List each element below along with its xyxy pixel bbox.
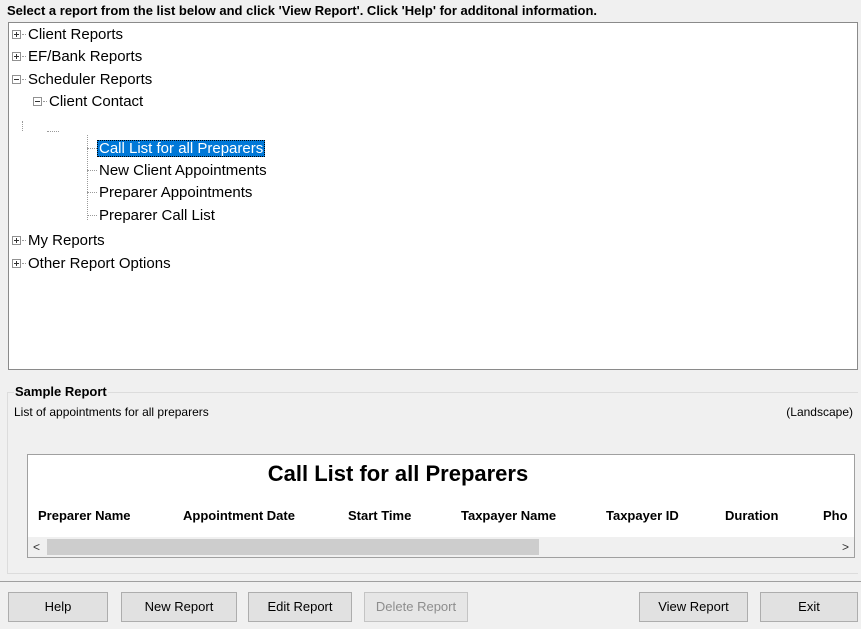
tree-node-call-list-all-preparers[interactable]: Call List for all Preparers <box>97 137 266 159</box>
tree-node-client-reports[interactable]: Client Reports <box>12 23 125 45</box>
tree-node-scheduler-reports[interactable]: Scheduler Reports <box>12 68 154 90</box>
column-header: Pho <box>823 508 848 523</box>
scroll-right-icon[interactable]: > <box>837 537 854 557</box>
tree-connector <box>22 121 23 131</box>
view-report-button[interactable]: View Report <box>639 592 748 622</box>
collapse-icon[interactable] <box>12 75 21 84</box>
tree-node-other-report-options[interactable]: Other Report Options <box>12 252 173 274</box>
sample-report-title: Sample Report <box>14 384 108 399</box>
tree-node-preparer-call-list[interactable]: Preparer Call List <box>97 204 217 226</box>
tree-node-new-client-appointments[interactable]: New Client Appointments <box>97 159 269 181</box>
tree-connector <box>87 170 97 171</box>
expand-icon[interactable] <box>12 30 21 39</box>
tree-node-client-contact[interactable]: Client Contact <box>33 90 145 112</box>
exit-button[interactable]: Exit <box>760 592 858 622</box>
horizontal-scrollbar[interactable]: < > <box>28 537 854 557</box>
tree-node-my-reports[interactable]: My Reports <box>12 229 107 251</box>
tree-connector <box>87 192 97 193</box>
column-header: Duration <box>725 508 779 523</box>
expand-icon[interactable] <box>12 236 21 245</box>
sample-description: List of appointments for all preparers <box>14 405 209 419</box>
preview-title: Call List for all Preparers <box>267 461 529 486</box>
column-header: Taxpayer ID <box>606 508 679 523</box>
sample-preview: Call List for all Preparers Preparer Nam… <box>27 454 855 558</box>
delete-report-button[interactable]: Delete Report <box>364 592 468 622</box>
column-header: Preparer Name <box>38 508 131 523</box>
scroll-thumb[interactable] <box>47 539 539 555</box>
button-separator <box>0 581 861 582</box>
tree-connector <box>47 131 59 132</box>
expand-icon[interactable] <box>12 52 21 61</box>
column-header: Start Time <box>348 508 412 523</box>
tree-node-ef-bank-reports[interactable]: EF/Bank Reports <box>12 45 144 67</box>
instruction-text: Select a report from the list below and … <box>7 3 598 18</box>
orientation-label: (Landscape) <box>786 405 853 419</box>
column-header: Appointment Date <box>183 508 295 523</box>
help-button[interactable]: Help <box>8 592 108 622</box>
tree-connector <box>87 215 97 216</box>
collapse-icon[interactable] <box>33 97 42 106</box>
report-tree[interactable]: Client Reports EF/Bank Reports Scheduler… <box>8 22 858 370</box>
column-header: Taxpayer Name <box>461 508 557 523</box>
tree-connector <box>87 148 97 149</box>
edit-report-button[interactable]: Edit Report <box>248 592 352 622</box>
new-report-button[interactable]: New Report <box>121 592 237 622</box>
expand-icon[interactable] <box>12 259 21 268</box>
tree-node-preparer-appointments[interactable]: Preparer Appointments <box>97 181 254 203</box>
scroll-left-icon[interactable]: < <box>28 537 45 557</box>
